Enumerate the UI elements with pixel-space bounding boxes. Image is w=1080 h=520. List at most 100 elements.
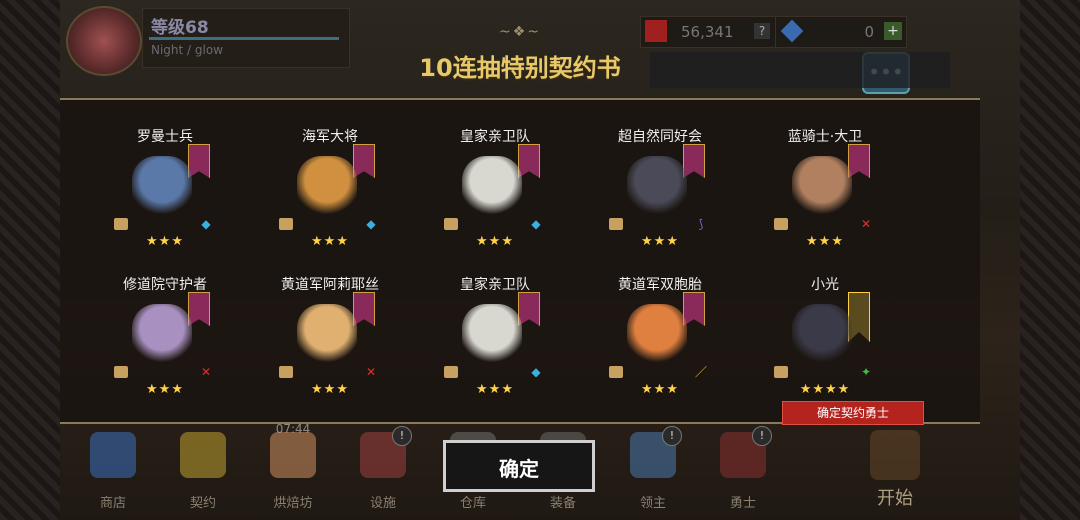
nav-label: 设施 bbox=[369, 496, 396, 511]
contract-scroll-icon bbox=[279, 366, 293, 378]
hero-class-banner-icon bbox=[353, 292, 375, 326]
hero-card[interactable]: 蓝骑士·大卫 ✕ ★★★ bbox=[750, 122, 900, 262]
contract-results-panel: 罗曼士兵 ◆ ★★★ 海军大将 ◆ ★★★ 皇家亲卫队 ◆ ★★★ 超自然同好会 ⟆ ★★★ 蓝骑士·大… bbox=[60, 98, 980, 424]
hero-class-banner-icon bbox=[518, 292, 540, 326]
nav-item[interactable]: ! 勇士 bbox=[708, 426, 778, 518]
alert-badge-icon: ! bbox=[662, 426, 682, 446]
dialog-title: 10连抽特别契约书 bbox=[419, 54, 621, 82]
hero-class-banner-icon bbox=[188, 292, 210, 326]
nav-item[interactable]: 07:44 烘焙坊 bbox=[258, 422, 328, 518]
gold-amount: 56,341 bbox=[681, 23, 734, 41]
alert-badge-icon: ! bbox=[392, 426, 412, 446]
hero-sprite bbox=[792, 304, 852, 374]
gold-help-button[interactable]: ? bbox=[754, 23, 770, 39]
hero-star-rating: ★★★ bbox=[311, 234, 349, 249]
hero-card[interactable]: 海军大将 ◆ ★★★ bbox=[255, 122, 405, 262]
gem-icon bbox=[780, 19, 804, 43]
hero-name: 皇家亲卫队 bbox=[460, 277, 530, 293]
nav-label: 仓库 bbox=[459, 496, 486, 511]
right-border-decoration bbox=[1020, 0, 1080, 520]
hero-sprite bbox=[792, 156, 852, 226]
contract-scroll-icon bbox=[444, 218, 458, 230]
hero-class-banner-icon bbox=[518, 144, 540, 178]
hero-card[interactable]: 超自然同好会 ⟆ ★★★ bbox=[585, 122, 735, 262]
contract-scroll-icon bbox=[774, 218, 788, 230]
confirm-button[interactable]: 确定 bbox=[443, 440, 595, 492]
star-weapon-icon: ✦ bbox=[860, 365, 872, 379]
hero-sprite bbox=[627, 156, 687, 226]
hero-card[interactable]: 罗曼士兵 ◆ ★★★ bbox=[90, 122, 240, 262]
hero-grid: 罗曼士兵 ◆ ★★★ 海军大将 ◆ ★★★ 皇家亲卫队 ◆ ★★★ 超自然同好会 ⟆ ★★★ 蓝骑士·大… bbox=[90, 122, 970, 422]
hero-star-rating: ★★★ bbox=[476, 234, 514, 249]
nav-icon bbox=[270, 432, 316, 478]
hero-card[interactable]: 修道院守护者 ✕ ★★★ bbox=[90, 270, 240, 410]
nav-item[interactable]: 契约 bbox=[168, 428, 238, 518]
crossed-swords-icon: ✕ bbox=[860, 217, 872, 231]
gold-icon bbox=[645, 20, 667, 42]
hero-star-rating: ★★★ bbox=[641, 234, 679, 249]
nav-icon bbox=[90, 432, 136, 478]
axe-icon: ◆ bbox=[531, 217, 541, 231]
hero-card[interactable]: 黄道军阿莉耶丝 ✕ ★★★ bbox=[255, 270, 405, 410]
sword-icon: ／ bbox=[695, 365, 708, 379]
hero-name: 黄道军双胞胎 bbox=[618, 277, 702, 293]
contract-scroll-icon bbox=[114, 218, 128, 230]
nav-label: 契约 bbox=[189, 496, 216, 511]
axe-icon: ◆ bbox=[531, 365, 541, 379]
hero-star-rating: ★★★★ bbox=[799, 382, 851, 397]
hero-class-banner-icon bbox=[353, 144, 375, 178]
hero-sprite bbox=[297, 156, 357, 226]
add-gems-button[interactable]: + bbox=[884, 22, 902, 40]
start-label: 开始 bbox=[877, 488, 913, 509]
start-icon bbox=[870, 430, 920, 480]
alert-badge-icon: ! bbox=[752, 426, 772, 446]
hero-name: 超自然同好会 bbox=[618, 129, 702, 145]
contract-scroll-icon bbox=[609, 218, 623, 230]
hero-sprite bbox=[462, 156, 522, 226]
hero-star-rating: ★★★ bbox=[146, 382, 184, 397]
hero-sprite bbox=[297, 304, 357, 374]
staff-icon: ⟆ bbox=[698, 217, 704, 231]
exp-bar bbox=[149, 37, 339, 40]
hero-name: 罗曼士兵 bbox=[137, 129, 193, 145]
contract-scroll-icon bbox=[114, 366, 128, 378]
crossed-swords-icon: ✕ bbox=[365, 365, 377, 379]
hero-sprite bbox=[132, 156, 192, 226]
nav-item[interactable]: ! 领主 bbox=[618, 426, 688, 518]
start-button[interactable]: 开始 bbox=[820, 426, 970, 516]
hero-name: 黄道军阿莉耶丝 bbox=[281, 277, 379, 293]
hero-star-rating: ★★★ bbox=[806, 234, 844, 249]
title-ornament-icon: ~❖~ bbox=[498, 24, 542, 40]
nav-item[interactable]: 商店 bbox=[78, 428, 148, 518]
hero-class-banner-icon bbox=[683, 292, 705, 326]
hero-name: 修道院守护者 bbox=[123, 277, 207, 293]
crossed-swords-icon: ✕ bbox=[200, 365, 212, 379]
hero-name: 蓝骑士·大卫 bbox=[787, 129, 863, 145]
hero-name: 小光 bbox=[811, 277, 839, 293]
left-border-decoration bbox=[0, 0, 60, 520]
hero-star-rating: ★★★ bbox=[146, 234, 184, 249]
contract-scroll-icon bbox=[774, 366, 788, 378]
contract-scroll-icon bbox=[609, 366, 623, 378]
nav-item[interactable]: ! 设施 bbox=[348, 426, 418, 518]
hero-star-rating: ★★★ bbox=[311, 382, 349, 397]
dialog-title-bar: ~❖~ 10连抽特别契约书 bbox=[60, 24, 980, 98]
player-level: 等级68 bbox=[151, 18, 209, 38]
gem-amount: 0 bbox=[864, 23, 874, 41]
hero-sprite bbox=[627, 304, 687, 374]
nav-label: 商店 bbox=[99, 496, 126, 511]
hero-card[interactable]: 皇家亲卫队 ◆ ★★★ bbox=[420, 270, 570, 410]
axe-icon: ◆ bbox=[366, 217, 376, 231]
hero-sprite bbox=[462, 304, 522, 374]
hero-card[interactable]: 小光 ✦ ★★★★ bbox=[750, 270, 900, 410]
nav-icon bbox=[180, 432, 226, 478]
nav-label: 烘焙坊 bbox=[273, 496, 313, 511]
hero-card[interactable]: 黄道军双胞胎 ／ ★★★ bbox=[585, 270, 735, 410]
hero-class-banner-icon bbox=[188, 144, 210, 178]
hero-star-rating: ★★★ bbox=[641, 382, 679, 397]
hero-sprite bbox=[132, 304, 192, 374]
hero-star-rating: ★★★ bbox=[476, 382, 514, 397]
hero-class-banner-icon bbox=[848, 144, 870, 178]
hero-class-banner-icon bbox=[683, 144, 705, 178]
hero-card[interactable]: 皇家亲卫队 ◆ ★★★ bbox=[420, 122, 570, 262]
